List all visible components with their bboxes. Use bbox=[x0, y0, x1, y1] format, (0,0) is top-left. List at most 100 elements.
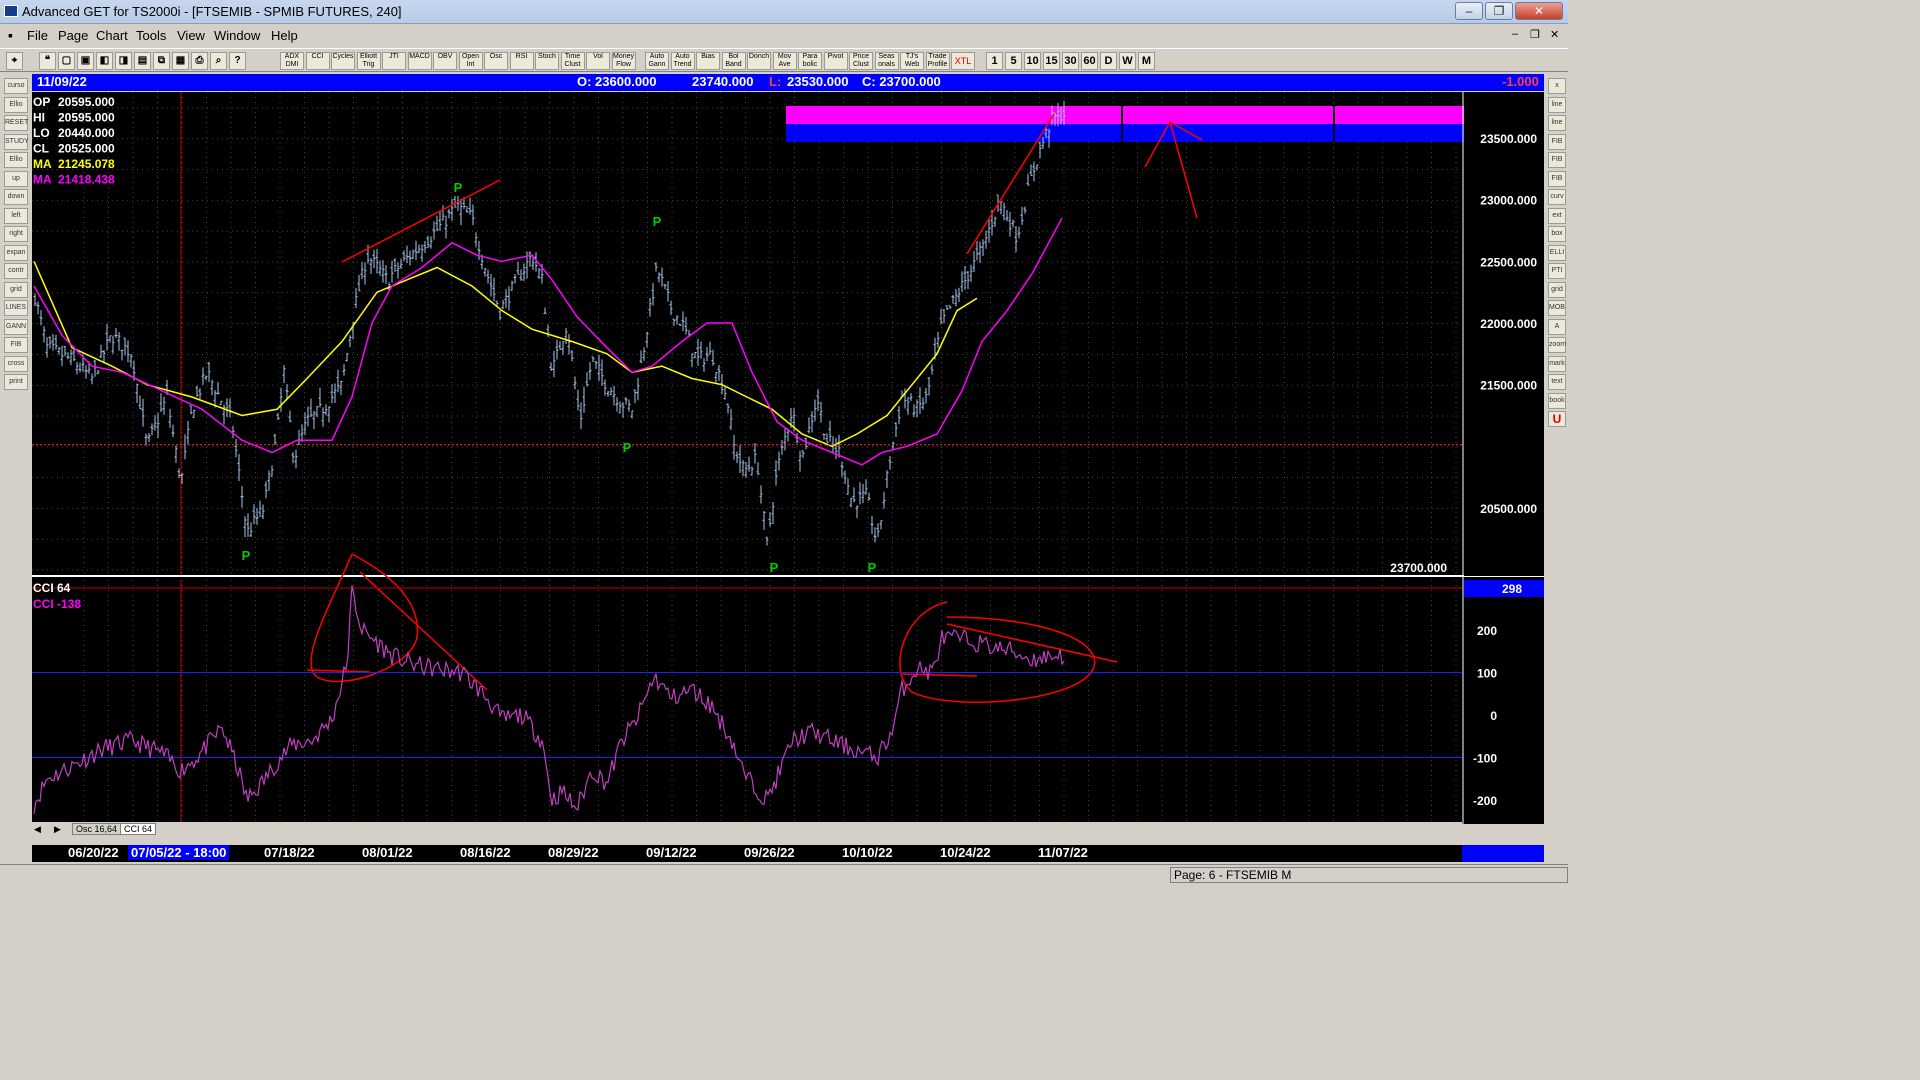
toolbar-icon-button[interactable]: ⌖ bbox=[6, 52, 23, 70]
toolbar-icon-button[interactable]: ? bbox=[229, 52, 246, 70]
indicator-button[interactable]: Time Clust bbox=[560, 52, 585, 70]
indicator-button[interactable]: Bol Band bbox=[721, 52, 746, 70]
indicator-button[interactable]: Auto Gann bbox=[645, 52, 669, 70]
indicator-button[interactable]: Osc bbox=[484, 52, 508, 70]
indicator-button[interactable]: Vol bbox=[586, 52, 610, 70]
inner-restore-button[interactable]: ❐ bbox=[1530, 28, 1540, 41]
right-tool-button[interactable]: ext bbox=[1548, 207, 1566, 224]
left-tool-button[interactable]: down bbox=[4, 189, 28, 205]
right-tool-button[interactable]: book bbox=[1548, 392, 1566, 409]
right-tool-button[interactable]: line bbox=[1548, 115, 1566, 131]
tab-osc[interactable]: Osc 16,64 bbox=[72, 823, 122, 835]
maximize-button[interactable]: ❐ bbox=[1485, 2, 1513, 20]
indicator-button[interactable]: XTL bbox=[951, 52, 975, 70]
toolbar-icon-button[interactable]: ⌕ bbox=[210, 52, 227, 70]
minimize-button[interactable]: – bbox=[1455, 2, 1483, 20]
left-tool-button[interactable]: LINES bbox=[4, 300, 28, 316]
tab-cci[interactable]: CCI 64 bbox=[120, 823, 157, 835]
toolbar-icon-button[interactable]: ▤ bbox=[134, 52, 151, 70]
right-tool-button[interactable]: FIB bbox=[1548, 133, 1566, 150]
left-tool-button[interactable]: RESET bbox=[4, 115, 28, 131]
interval-button[interactable]: W bbox=[1119, 52, 1136, 70]
toolbar-icon-button[interactable]: ◨ bbox=[115, 52, 132, 70]
indicator-button[interactable]: Price Clust bbox=[849, 52, 873, 70]
interval-button[interactable]: 15 bbox=[1043, 52, 1060, 70]
right-tool-button[interactable]: text bbox=[1548, 374, 1566, 390]
chart-area[interactable]: 21012.353 PPPPPP 23500.00023000.00022500… bbox=[32, 92, 1544, 824]
left-tool-button[interactable]: cross bbox=[4, 355, 28, 372]
interval-button[interactable]: 60 bbox=[1081, 52, 1098, 70]
right-tool-button[interactable]: box bbox=[1548, 226, 1566, 242]
right-tool-button[interactable]: line bbox=[1548, 96, 1566, 113]
right-tool-button[interactable]: A bbox=[1548, 318, 1566, 335]
indicator-button[interactable]: Cycles bbox=[331, 52, 355, 70]
toolbar-icon-button[interactable]: ▦ bbox=[172, 52, 189, 70]
indicator-button[interactable]: OBV bbox=[433, 52, 457, 70]
interval-button[interactable]: 5 bbox=[1005, 52, 1022, 70]
tab-next-arrow[interactable]: ▶ bbox=[54, 824, 61, 835]
left-tool-button[interactable]: expan bbox=[4, 244, 28, 261]
inner-close-button[interactable]: ✕ bbox=[1550, 28, 1559, 41]
left-tool-button[interactable]: STUDY bbox=[4, 133, 29, 150]
left-tool-button[interactable]: print bbox=[4, 374, 28, 390]
left-tool-button[interactable]: left bbox=[4, 207, 28, 224]
indicator-button[interactable]: Trade Profile bbox=[925, 52, 950, 70]
right-tool-button[interactable]: zoom bbox=[1548, 337, 1566, 353]
interval-button[interactable]: M bbox=[1138, 52, 1155, 70]
right-tool-button[interactable]: FIB bbox=[1548, 152, 1566, 168]
right-tool-button[interactable]: ELLI bbox=[1548, 244, 1566, 261]
indicator-button[interactable]: Auto Trend bbox=[670, 52, 695, 70]
indicator-button[interactable]: CCI bbox=[305, 52, 330, 70]
left-tool-button[interactable]: grid bbox=[4, 281, 28, 298]
indicator-button[interactable]: Money Flow bbox=[611, 52, 636, 70]
left-tool-button[interactable]: right bbox=[4, 226, 28, 242]
menu-chart[interactable]: Chart bbox=[96, 28, 128, 43]
menu-tools[interactable]: Tools bbox=[136, 28, 166, 43]
interval-button[interactable]: D bbox=[1100, 52, 1117, 70]
right-tool-button[interactable]: FIB bbox=[1548, 170, 1566, 187]
toolbar-icon-button[interactable]: ⎙ bbox=[191, 52, 208, 70]
indicator-button[interactable]: Bias bbox=[696, 52, 720, 70]
indicator-button[interactable]: JTI bbox=[382, 52, 406, 70]
right-tool-button[interactable]: grid bbox=[1548, 281, 1566, 298]
right-tool-button[interactable]: U bbox=[1548, 411, 1566, 427]
right-tool-button[interactable]: mark bbox=[1548, 355, 1566, 372]
indicator-button[interactable]: Para bolic bbox=[798, 52, 822, 70]
indicator-button[interactable]: Donch bbox=[747, 52, 771, 70]
right-tool-button[interactable]: x bbox=[1548, 78, 1566, 94]
left-tool-button[interactable]: curso bbox=[4, 78, 28, 94]
indicator-button[interactable]: ADX DMI bbox=[280, 52, 304, 70]
left-tool-button[interactable]: Ellio bbox=[4, 152, 28, 168]
indicator-button[interactable]: Stoch bbox=[535, 52, 559, 70]
indicator-button[interactable]: Open Int bbox=[458, 52, 483, 70]
toolbar-icon-button[interactable]: ❝ bbox=[39, 52, 56, 70]
menu-page[interactable]: Page bbox=[58, 28, 88, 43]
toolbar-icon-button[interactable]: ⧉ bbox=[153, 52, 170, 70]
left-tool-button[interactable]: GANN bbox=[4, 318, 28, 335]
menu-help[interactable]: Help bbox=[271, 28, 298, 43]
indicator-button[interactable]: RSI bbox=[509, 52, 534, 70]
indicator-button[interactable]: TJ's Web bbox=[900, 52, 924, 70]
chart-canvas[interactable]: 21012.353 PPPPPP 23500.00023000.00022500… bbox=[32, 92, 1544, 824]
menu-view[interactable]: View bbox=[177, 28, 205, 43]
right-tool-button[interactable]: curv bbox=[1548, 189, 1566, 205]
menu-file[interactable]: File bbox=[27, 28, 48, 43]
toolbar-icon-button[interactable]: ▢ bbox=[58, 52, 75, 70]
toolbar-icon-button[interactable]: ▣ bbox=[77, 52, 94, 70]
left-tool-button[interactable]: contr bbox=[4, 263, 28, 279]
interval-button[interactable]: 30 bbox=[1062, 52, 1079, 70]
left-tool-button[interactable]: Ellio bbox=[4, 96, 28, 113]
inner-minimize-button[interactable]: – bbox=[1512, 28, 1518, 40]
indicator-button[interactable]: Seas onals bbox=[874, 52, 899, 70]
tab-prev-arrow[interactable]: ◀ bbox=[34, 824, 41, 835]
toolbar-icon-button[interactable]: ◧ bbox=[96, 52, 113, 70]
right-tool-button[interactable]: PTI bbox=[1548, 263, 1566, 279]
close-button[interactable]: ✕ bbox=[1515, 2, 1563, 20]
indicator-button[interactable]: Pivot bbox=[823, 52, 848, 70]
right-tool-button[interactable]: MOB bbox=[1548, 300, 1566, 316]
indicator-button[interactable]: MACD bbox=[407, 52, 432, 70]
date-axis-scroll[interactable] bbox=[1462, 845, 1544, 862]
interval-button[interactable]: 10 bbox=[1024, 52, 1041, 70]
indicator-button[interactable]: Elliott Trig bbox=[356, 52, 381, 70]
interval-button[interactable]: 1 bbox=[986, 52, 1003, 70]
